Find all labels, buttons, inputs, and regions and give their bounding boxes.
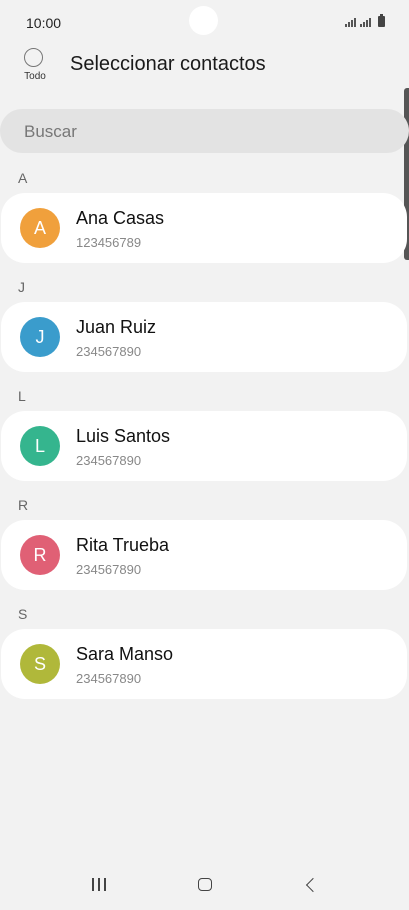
navigation-bar xyxy=(0,860,409,910)
select-all-label: Todo xyxy=(24,71,46,82)
camera-cutout xyxy=(189,6,218,35)
contact-phone: 234567890 xyxy=(76,562,142,577)
back-icon[interactable] xyxy=(292,872,332,898)
contact-item-juan-ruiz[interactable]: J Juan Ruiz 234567890 xyxy=(1,302,407,372)
contact-phone: 234567890 xyxy=(76,453,142,468)
contact-phone: 234567890 xyxy=(76,344,142,359)
contact-phone: 123456789 xyxy=(76,235,142,250)
cell-signal-icon xyxy=(360,18,371,27)
contact-item-ana-casas[interactable]: A Ana Casas 123456789 xyxy=(1,193,407,263)
search-placeholder: Buscar xyxy=(24,122,77,141)
avatar: J xyxy=(20,317,60,357)
wifi-signal-icon xyxy=(345,18,356,27)
avatar: R xyxy=(20,535,60,575)
recent-apps-icon[interactable] xyxy=(79,872,119,898)
header: Todo Seleccionar contactos xyxy=(0,46,409,88)
section-header-j: J xyxy=(18,279,25,295)
status-icons xyxy=(345,14,385,27)
battery-icon xyxy=(378,14,385,27)
contact-phone: 234567890 xyxy=(76,671,142,686)
section-header-r: R xyxy=(18,497,29,513)
contact-name: Sara Manso xyxy=(76,644,174,664)
status-time: 10:00 xyxy=(26,15,62,31)
contact-name: Rita Trueba xyxy=(76,535,170,555)
section-header-s: S xyxy=(18,606,28,622)
contact-item-sara-manso[interactable]: S Sara Manso 234567890 xyxy=(1,629,407,699)
avatar: A xyxy=(20,208,60,248)
contact-name: Luis Santos xyxy=(76,426,171,446)
avatar: S xyxy=(20,644,60,684)
page-title: Seleccionar contactos xyxy=(70,53,266,75)
select-all-checkbox[interactable]: Todo xyxy=(20,48,50,86)
home-icon[interactable] xyxy=(185,872,225,898)
contact-item-luis-santos[interactable]: L Luis Santos 234567890 xyxy=(1,411,407,481)
contact-name: Juan Ruiz xyxy=(76,317,157,337)
checkbox-circle-icon xyxy=(24,48,43,67)
search-field[interactable]: Buscar xyxy=(0,109,409,153)
avatar: L xyxy=(20,426,60,466)
contact-item-rita-trueba[interactable]: R Rita Trueba 234567890 xyxy=(1,520,407,590)
section-header-l: L xyxy=(18,388,26,404)
section-header-a: A xyxy=(18,170,28,186)
contact-name: Ana Casas xyxy=(76,208,165,228)
status-bar: 10:00 xyxy=(0,0,409,46)
